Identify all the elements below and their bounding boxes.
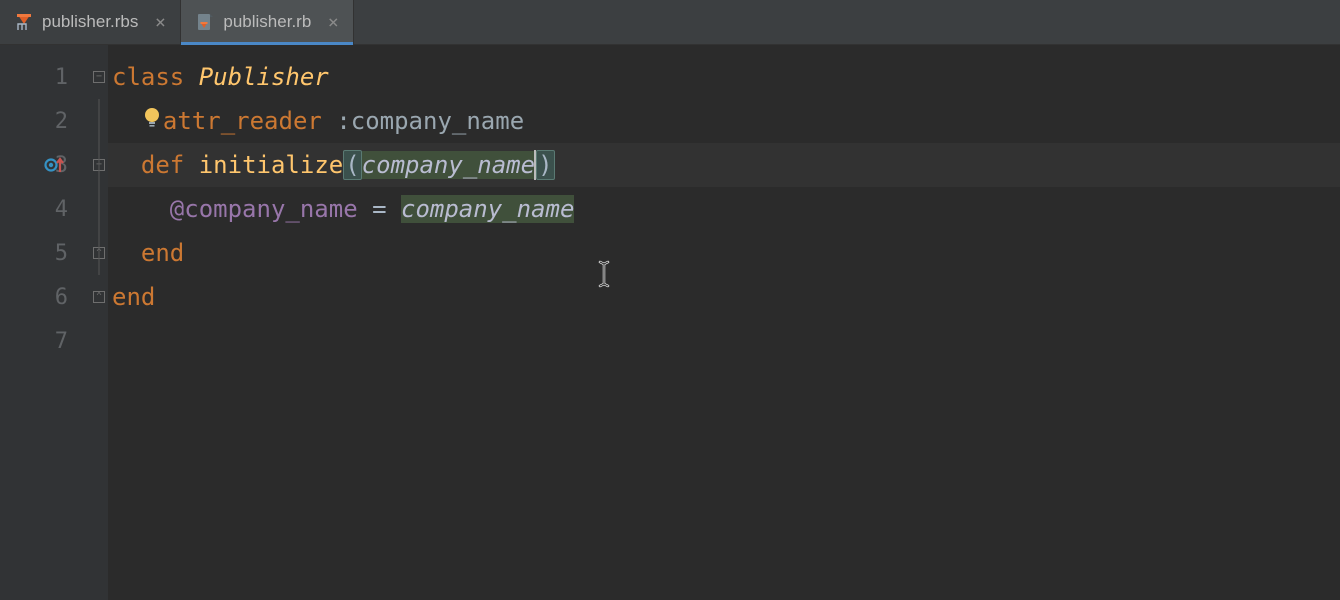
gutter-line-6[interactable]: 6	[0, 275, 90, 319]
code-area[interactable]: class Publisher attr_reader :company_nam…	[108, 45, 1340, 600]
gutter-line-4[interactable]: 4	[0, 187, 90, 231]
intention-bulb-icon[interactable]	[141, 105, 163, 137]
tab-label: publisher.rb	[223, 12, 311, 32]
tabs-bar: publisher.rbs × publisher.rb ×	[0, 0, 1340, 45]
fold-bar: − − ⌃ ⌃	[90, 45, 108, 600]
code-line-6[interactable]: end	[108, 275, 1340, 319]
fold-end-icon[interactable]: ⌃	[93, 291, 105, 303]
fold-toggle-icon[interactable]: −	[93, 71, 105, 83]
close-icon[interactable]: ×	[152, 12, 168, 33]
code-line-7[interactable]	[108, 319, 1340, 363]
code-line-1[interactable]: class Publisher	[108, 55, 1340, 99]
close-icon[interactable]: ×	[325, 12, 341, 33]
gutter-line-5[interactable]: 5	[0, 231, 90, 275]
gutter: 1 2 3 4 5 6 7	[0, 45, 90, 600]
code-line-4[interactable]: @company_name = company_name	[108, 187, 1340, 231]
gutter-line-7[interactable]: 7	[0, 319, 90, 363]
tab-publisher-rbs[interactable]: publisher.rbs ×	[0, 0, 181, 44]
tab-publisher-rb[interactable]: publisher.rb ×	[181, 0, 354, 44]
gutter-line-1[interactable]: 1	[0, 55, 90, 99]
gutter-line-3[interactable]: 3	[0, 143, 90, 187]
ruby-file-icon	[195, 12, 215, 32]
gutter-line-2[interactable]: 2	[0, 99, 90, 143]
code-line-2[interactable]: attr_reader :company_name	[108, 99, 1340, 143]
editor-area: 1 2 3 4 5 6 7 − − ⌃ ⌃ class Publisher at…	[0, 45, 1340, 600]
ruby-rbs-file-icon	[14, 12, 34, 32]
code-line-5[interactable]: end	[108, 231, 1340, 275]
override-marker-icon[interactable]	[44, 154, 66, 176]
code-line-3[interactable]: def initialize(company_name)	[108, 143, 1340, 187]
tab-label: publisher.rbs	[42, 12, 138, 32]
